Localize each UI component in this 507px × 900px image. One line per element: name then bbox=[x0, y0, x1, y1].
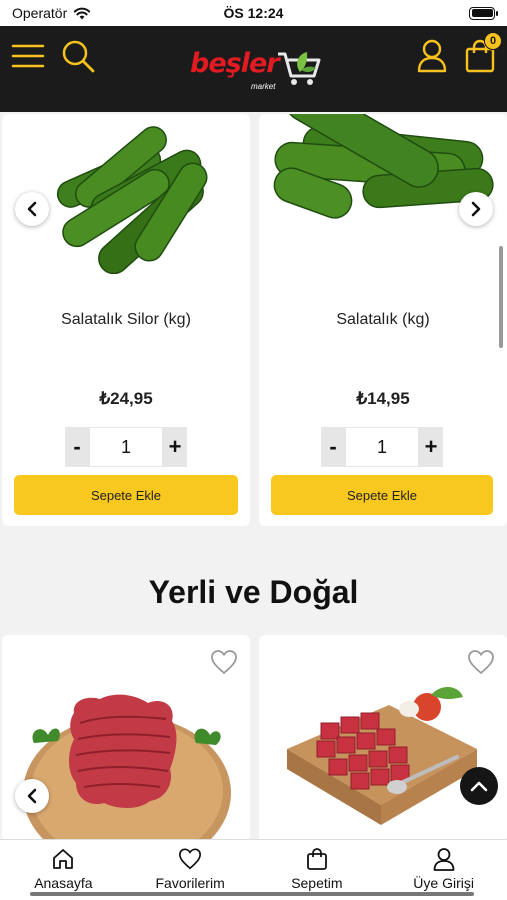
tab-favorites-label: Favorilerim bbox=[155, 875, 225, 891]
tab-login[interactable]: Üye Girişi bbox=[380, 840, 507, 900]
status-left: Operatör bbox=[12, 5, 91, 21]
home-icon bbox=[53, 849, 74, 869]
user-icon bbox=[433, 848, 455, 871]
add-to-cart-button[interactable]: Sepete Ekle bbox=[14, 475, 238, 515]
product-card[interactable]: Salatalık Silor (kg) ₺24,95 - 1 + Sepete… bbox=[2, 114, 250, 526]
chevron-left-icon bbox=[27, 788, 37, 804]
quantity-value[interactable]: 1 bbox=[345, 427, 419, 467]
chevron-up-icon bbox=[470, 781, 488, 792]
tab-cart[interactable]: Sepetim bbox=[254, 840, 381, 900]
home-indicator[interactable] bbox=[30, 892, 474, 896]
logo-subtext: market bbox=[248, 82, 279, 91]
app-header: beşler market 0 bbox=[0, 26, 507, 112]
brand-logo[interactable]: beşler market bbox=[190, 46, 321, 96]
user-icon bbox=[417, 39, 447, 73]
decrease-quantity-button[interactable]: - bbox=[321, 427, 345, 467]
product-price: ₺24,95 bbox=[99, 389, 153, 408]
carousel-prev-button[interactable] bbox=[15, 192, 49, 226]
scroll-indicator[interactable] bbox=[499, 246, 503, 348]
product-price: ₺14,95 bbox=[356, 389, 410, 408]
product-card[interactable] bbox=[259, 635, 507, 841]
increase-quantity-button[interactable]: + bbox=[163, 427, 187, 467]
tab-cart-label: Sepetim bbox=[291, 875, 343, 891]
battery-icon bbox=[469, 6, 498, 20]
product-name[interactable]: Salatalık Silor (kg) bbox=[2, 311, 250, 329]
decrease-quantity-button[interactable]: - bbox=[65, 427, 89, 467]
product-name[interactable]: Salatalık (kg) bbox=[259, 311, 507, 329]
favorite-heart-icon[interactable] bbox=[467, 649, 495, 675]
quantity-stepper: - 1 + bbox=[321, 427, 443, 467]
add-to-cart-button[interactable]: Sepete Ekle bbox=[271, 475, 493, 515]
heart-icon bbox=[179, 848, 202, 870]
logo-text: beşler bbox=[190, 48, 280, 79]
favorite-heart-icon[interactable] bbox=[210, 649, 238, 675]
increase-quantity-button[interactable]: + bbox=[419, 427, 443, 467]
cubed-meat-image[interactable] bbox=[281, 679, 491, 839]
tab-favorites[interactable]: Favorilerim bbox=[127, 840, 254, 900]
menu-button[interactable] bbox=[8, 36, 48, 76]
cucumber-image bbox=[273, 114, 494, 219]
cart-button[interactable]: 0 bbox=[460, 32, 502, 76]
ground-meat-image[interactable] bbox=[20, 683, 234, 841]
account-button[interactable] bbox=[412, 36, 452, 76]
cart-count-badge: 0 bbox=[484, 32, 502, 50]
chevron-left-icon bbox=[27, 201, 37, 217]
tab-home[interactable]: Anasayfa bbox=[0, 840, 127, 900]
wifi-icon bbox=[74, 7, 91, 19]
cucumber-image bbox=[56, 126, 208, 274]
scroll-to-top-button[interactable] bbox=[460, 767, 498, 805]
tab-home-label: Anasayfa bbox=[34, 875, 93, 891]
status-time: ÖS 12:24 bbox=[223, 5, 284, 21]
tab-login-label: Üye Girişi bbox=[413, 875, 474, 891]
status-bar: Operatör ÖS 12:24 bbox=[0, 0, 507, 26]
bottom-tab-bar: Anasayfa Favorilerim Sepetim Üye Girişi bbox=[0, 839, 507, 900]
quantity-value[interactable]: 1 bbox=[89, 427, 163, 467]
carousel-next-button[interactable] bbox=[459, 192, 493, 226]
shopping-cart-logo-icon bbox=[278, 52, 321, 85]
chevron-right-icon bbox=[471, 201, 481, 217]
quantity-stepper: - 1 + bbox=[65, 427, 187, 467]
product-card[interactable]: Salatalık (kg) ₺14,95 - 1 + Sepete Ekle bbox=[259, 114, 507, 526]
bag-icon bbox=[306, 848, 327, 870]
search-button[interactable] bbox=[58, 36, 98, 76]
hamburger-menu-icon bbox=[11, 44, 45, 68]
section-title: Yerli ve Doğal bbox=[148, 574, 359, 610]
carrier-label: Operatör bbox=[12, 5, 68, 21]
search-icon bbox=[62, 40, 95, 73]
carousel-prev-button[interactable] bbox=[15, 779, 49, 813]
